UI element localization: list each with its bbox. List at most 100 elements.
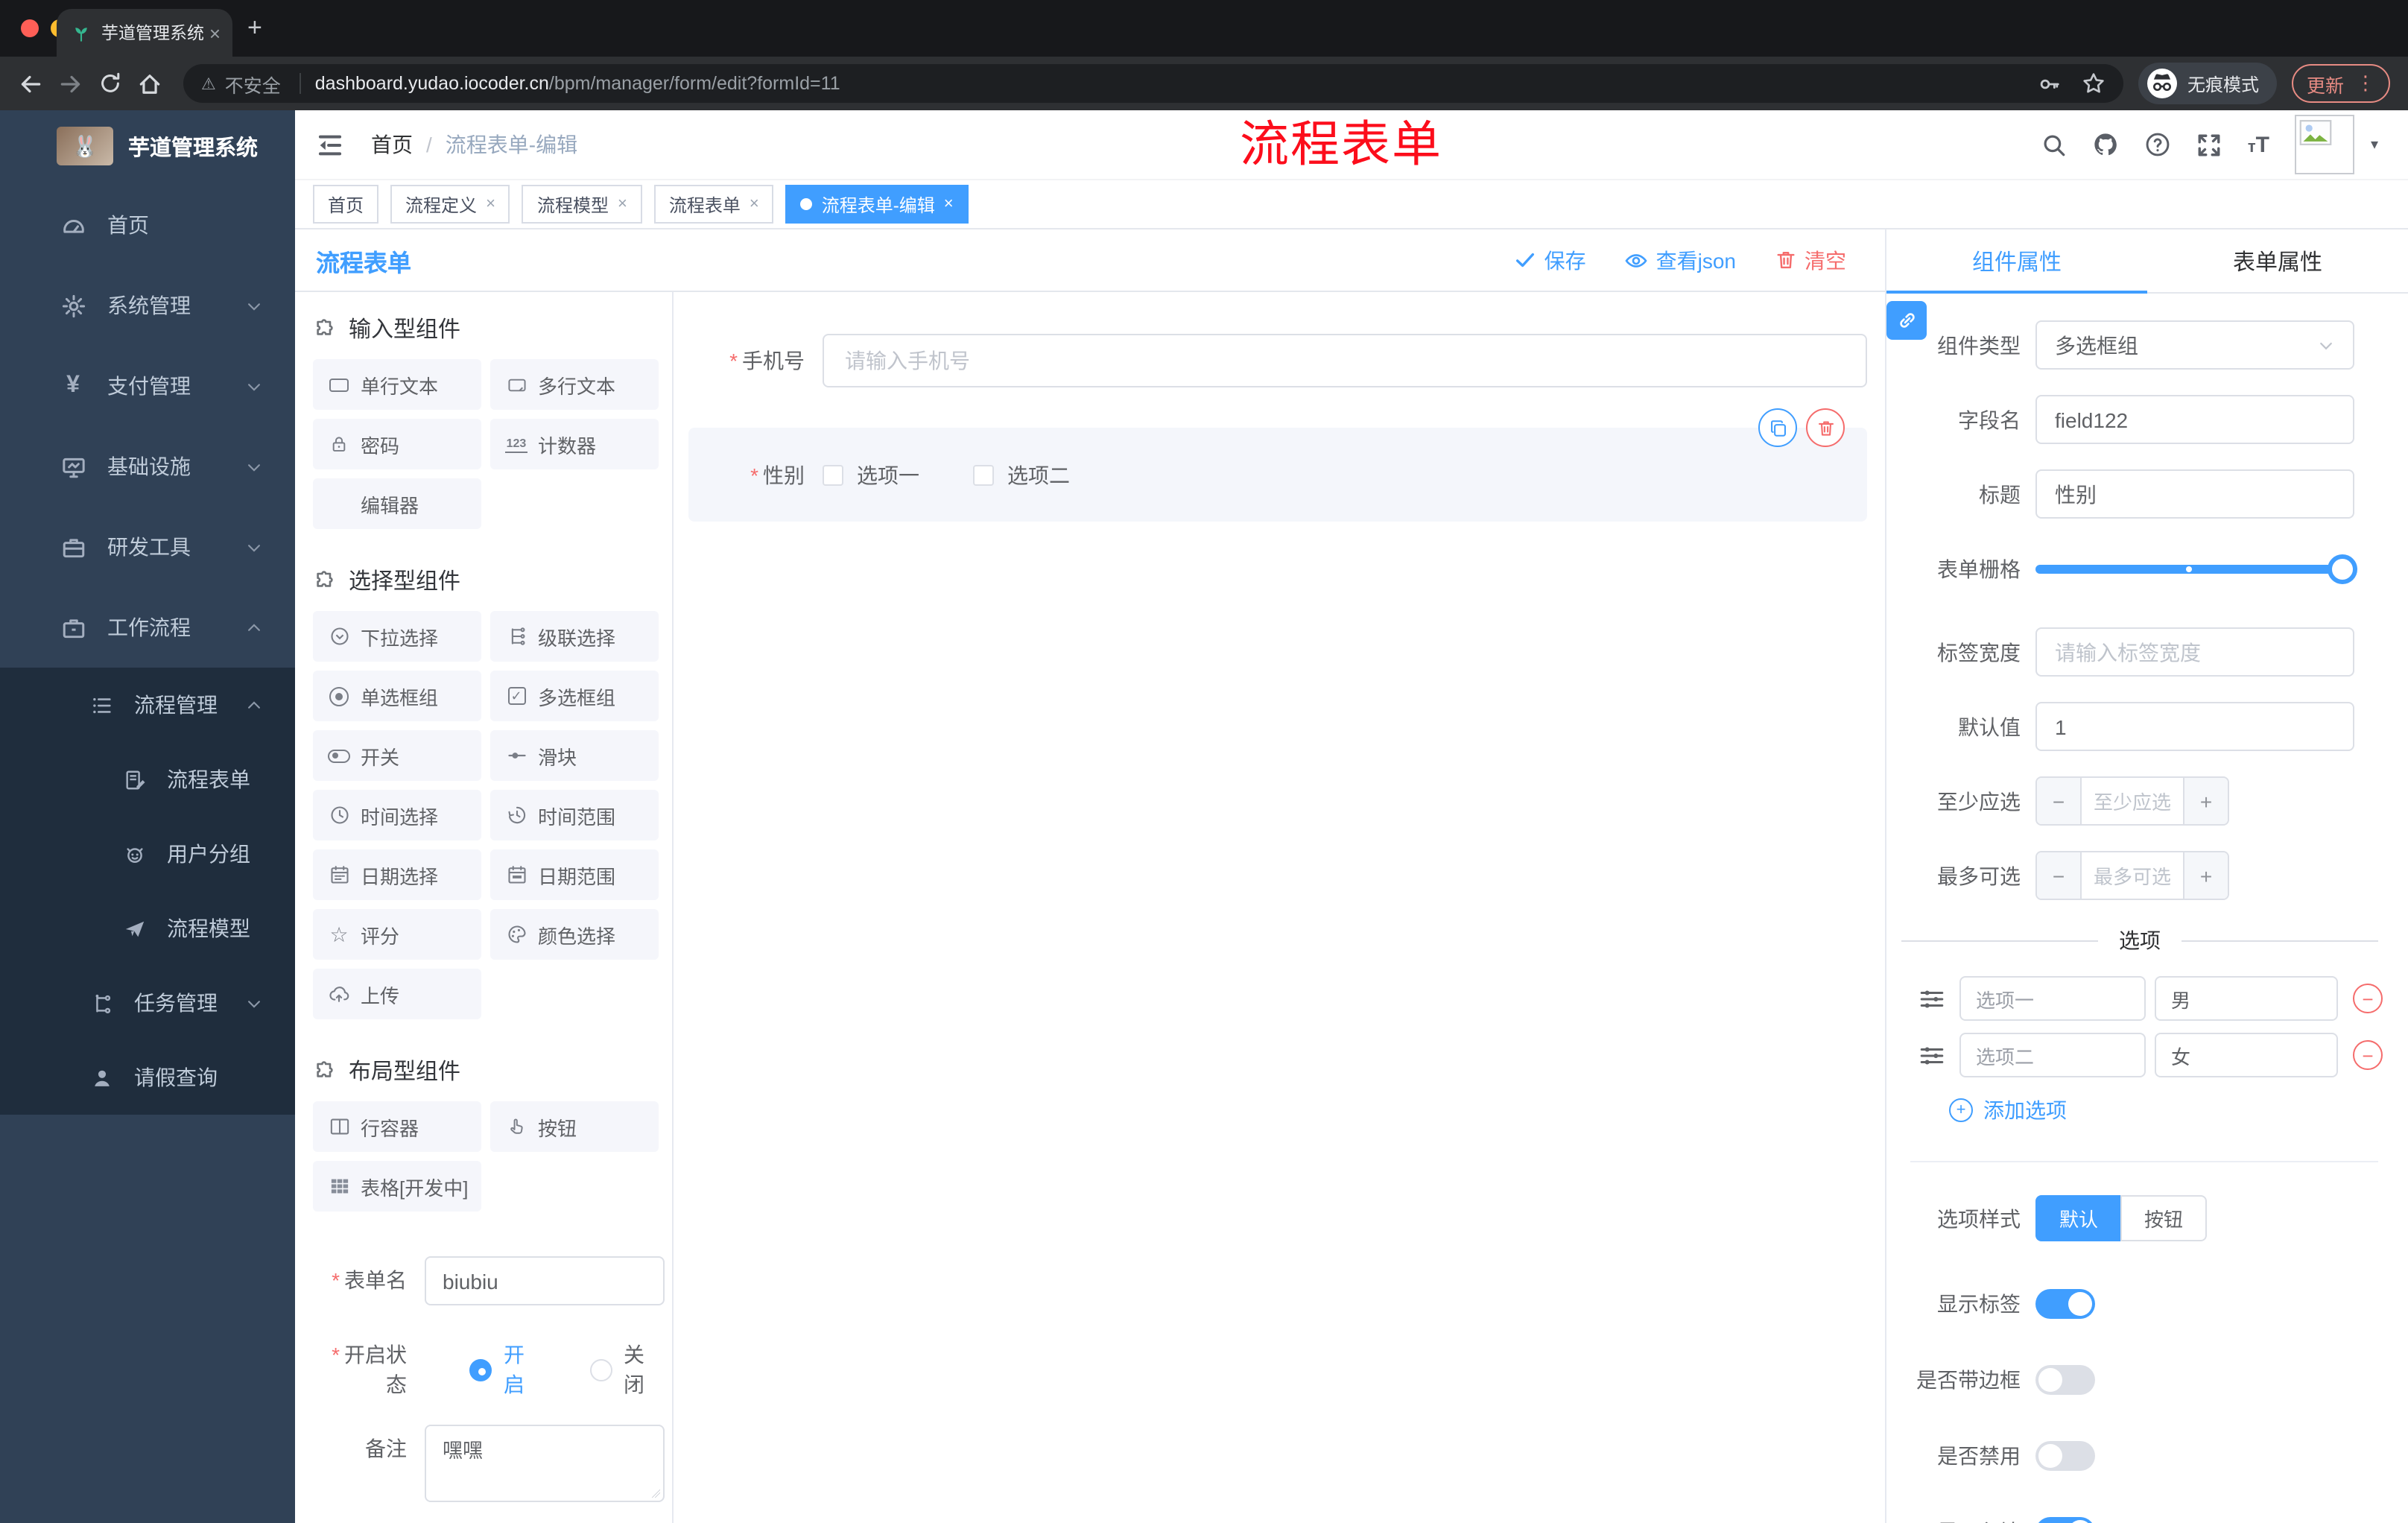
copy-component-button[interactable] — [1758, 408, 1797, 447]
new-tab-button[interactable]: + — [247, 15, 262, 40]
style-button-button[interactable]: 按钮 — [2120, 1195, 2208, 1241]
url-text[interactable]: dashboard.yudao.iocoder.cn/bpm/manager/f… — [315, 73, 2018, 94]
sidebar-item-home[interactable]: 首页 — [0, 185, 295, 265]
component-table-dev[interactable]: 表格[开发中] — [313, 1161, 481, 1212]
address-bar[interactable]: ⚠ 不安全 dashboard.yudao.iocoder.cn/bpm/man… — [183, 64, 2123, 103]
component-date-picker[interactable]: 日期选择 — [313, 849, 481, 900]
sidebar-item-process-model[interactable]: 流程模型 — [0, 891, 295, 966]
sidebar-item-payment[interactable]: ¥ 支付管理 — [0, 346, 295, 426]
option-label-input[interactable] — [1959, 1033, 2146, 1077]
tag-process-form-edit[interactable]: 流程表单-编辑 × — [785, 185, 969, 224]
grid-slider[interactable] — [2035, 544, 2357, 593]
collapse-sidebar-icon[interactable] — [316, 130, 344, 159]
disabled-toggle[interactable] — [2035, 1441, 2095, 1471]
clear-button[interactable]: 清空 — [1775, 245, 1846, 275]
stepper-decrease-button[interactable]: − — [2037, 852, 2082, 899]
drag-handle-icon[interactable] — [1919, 986, 1945, 1011]
component-password[interactable]: 密码 — [313, 419, 481, 469]
component-slider[interactable]: 滑块 — [490, 730, 659, 781]
checkbox[interactable] — [973, 464, 994, 485]
status-radio-off[interactable]: 关闭 — [589, 1340, 665, 1399]
close-icon[interactable]: × — [618, 195, 627, 213]
label-width-input[interactable] — [2035, 627, 2354, 677]
component-checkbox-group[interactable]: ✓ 多选框组 — [490, 671, 659, 721]
home-button[interactable] — [137, 71, 162, 96]
remove-option-button[interactable]: − — [2353, 984, 2383, 1013]
option-value-input[interactable] — [2155, 1033, 2338, 1077]
tab-component-props[interactable]: 组件属性 — [1886, 229, 2147, 294]
slider-handle[interactable] — [2328, 554, 2357, 583]
required-toggle[interactable] — [2035, 1517, 2095, 1523]
form-remark-textarea[interactable]: 嘿嘿 — [425, 1425, 665, 1502]
min-select-stepper[interactable]: − 至少应选 + — [2035, 776, 2229, 826]
component-counter[interactable]: 123 计数器 — [490, 419, 659, 469]
password-key-icon[interactable] — [2038, 72, 2061, 95]
reload-button[interactable] — [98, 72, 122, 95]
stepper-increase-button[interactable]: + — [2183, 778, 2228, 824]
component-select[interactable]: 下拉选择 — [313, 611, 481, 662]
max-select-stepper[interactable]: − 最多可选 + — [2035, 851, 2229, 900]
option-value-input[interactable] — [2155, 976, 2338, 1021]
component-switch[interactable]: 开关 — [313, 730, 481, 781]
component-rate[interactable]: ☆ 评分 — [313, 909, 481, 960]
style-default-button[interactable]: 默认 — [2035, 1195, 2121, 1241]
option-label-input[interactable] — [1959, 976, 2146, 1021]
component-multi-line-text[interactable]: 多行文本 — [490, 359, 659, 410]
component-time-picker[interactable]: 时间选择 — [313, 790, 481, 840]
sidebar-item-task-management[interactable]: 任务管理 — [0, 966, 295, 1040]
component-color-picker[interactable]: 颜色选择 — [490, 909, 659, 960]
tag-home[interactable]: 首页 — [313, 185, 379, 224]
gender-option-2-checkbox[interactable]: 选项二 — [973, 460, 1070, 490]
back-button[interactable] — [18, 71, 43, 96]
stepper-increase-button[interactable]: + — [2183, 852, 2228, 899]
tab-close-icon[interactable]: × — [209, 22, 221, 44]
close-window-button[interactable] — [21, 19, 39, 37]
sidebar-item-system[interactable]: 系统管理 — [0, 265, 295, 346]
bookmark-star-icon[interactable] — [2082, 72, 2106, 95]
remove-option-button[interactable]: − — [2353, 1040, 2383, 1070]
breadcrumb-home[interactable]: 首页 — [371, 130, 413, 159]
save-button[interactable]: 保存 — [1515, 245, 1586, 275]
component-time-range[interactable]: 时间范围 — [490, 790, 659, 840]
sidebar-item-workflow[interactable]: 工作流程 — [0, 587, 295, 668]
avatar[interactable] — [2294, 115, 2354, 174]
search-icon[interactable] — [2042, 132, 2068, 157]
component-date-range[interactable]: 日期范围 — [490, 849, 659, 900]
help-icon[interactable] — [2145, 131, 2172, 158]
sidebar-item-devtools[interactable]: 研发工具 — [0, 507, 295, 587]
add-option-button[interactable]: + 添加选项 — [1949, 1095, 2408, 1125]
component-row-container[interactable]: 行容器 — [313, 1101, 481, 1152]
tag-process-model[interactable]: 流程模型 × — [522, 185, 642, 224]
form-name-input[interactable] — [425, 1256, 665, 1305]
view-json-button[interactable]: 查看json — [1625, 245, 1736, 275]
delete-component-button[interactable] — [1806, 408, 1845, 447]
slider-track[interactable] — [2035, 554, 2357, 583]
component-type-select[interactable]: 多选框组 — [2035, 320, 2354, 370]
component-cascader[interactable]: 级联选择 — [490, 611, 659, 662]
default-value-input[interactable] — [2035, 702, 2354, 751]
border-toggle[interactable] — [2035, 1365, 2095, 1395]
checkbox[interactable] — [823, 464, 843, 485]
link-button[interactable] — [1886, 301, 1927, 340]
avatar-caret-icon[interactable]: ▾ — [2371, 136, 2378, 153]
github-icon[interactable] — [2093, 131, 2120, 158]
field-name-input[interactable] — [2035, 395, 2354, 444]
fullscreen-icon[interactable] — [2197, 132, 2222, 157]
status-radio-on[interactable]: 开启 — [469, 1340, 545, 1399]
close-icon[interactable]: × — [750, 195, 759, 213]
font-size-icon[interactable]: тT — [2248, 132, 2269, 157]
sidebar-logo[interactable]: 🐰 芋道管理系统 — [0, 110, 295, 179]
sidebar-item-leave-query[interactable]: 请假查询 — [0, 1040, 295, 1115]
sidebar-item-process-management[interactable]: 流程管理 — [0, 668, 295, 742]
component-single-line-text[interactable]: 单行文本 — [313, 359, 481, 410]
tag-process-form[interactable]: 流程表单 × — [653, 185, 774, 224]
drag-handle-icon[interactable] — [1919, 1042, 1945, 1068]
close-icon[interactable]: × — [486, 195, 495, 213]
component-upload[interactable]: 上传 — [313, 969, 481, 1019]
stepper-decrease-button[interactable]: − — [2037, 778, 2082, 824]
title-input[interactable] — [2035, 469, 2354, 519]
sidebar-item-user-groups[interactable]: 用户分组 — [0, 817, 295, 891]
gender-option-1-checkbox[interactable]: 选项一 — [823, 460, 919, 490]
stepper-value[interactable]: 至少应选 — [2082, 778, 2183, 824]
component-button[interactable]: 按钮 — [490, 1101, 659, 1152]
